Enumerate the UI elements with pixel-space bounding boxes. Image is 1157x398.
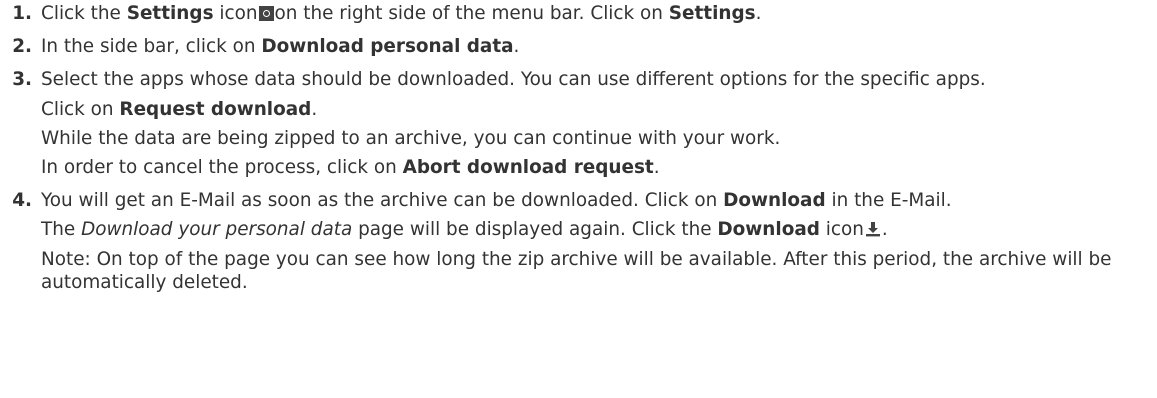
text: Click the [41,3,127,24]
text: on the right side of the menu bar. Click… [274,3,669,24]
text: . [311,98,318,120]
step-text: In the side bar, click on Download perso… [41,35,1157,58]
step-text: You will get an E-Mail as soon as the ar… [41,189,1157,212]
text: In order to cancel the process, click on [41,156,403,178]
step-text: Note: On top of the page you can see how… [41,248,1112,293]
instruction-steps: 1. Click the Settings icon on the right s… [0,0,1157,294]
text: Click on [41,98,120,120]
download-label: Download [723,190,826,212]
step-text: In order to cancel the process, click on… [41,156,1157,179]
abort-download-request-label: Abort download request [402,156,654,178]
step-text: Click the Settings icon on the right side… [41,2,1157,25]
text: in the E-Mail. [825,190,952,212]
settings-label: Settings [126,3,214,24]
text: . [881,219,888,241]
download-label: Download [717,219,820,241]
step-number: 2. [12,36,32,58]
text: . [653,156,660,178]
step-text: The Download your personal data page wil… [41,218,1157,241]
text: The [41,219,82,241]
settings-label: Settings [668,3,756,24]
step-number: 4. [12,190,32,212]
step-text: While the data are being zipped to an ar… [41,127,781,149]
step-text: Select the apps whose data should be dow… [41,69,986,91]
text: You will get an E-Mail as soon as the ar… [41,190,724,212]
text: icon [819,219,864,241]
step-number: 3. [12,69,32,91]
request-download-label: Request download [119,98,312,120]
step-2: 2. In the side bar, click on Download pe… [0,35,1157,58]
step-number: 1. [12,3,32,24]
page-name: Download your personal data [81,219,353,241]
text: icon [213,3,258,24]
download-personal-data-label: Download personal data [261,36,514,58]
download-icon [865,222,880,237]
step-1: 1. Click the Settings icon on the right s… [0,2,1157,25]
text: page will be displayed again. Click the [352,219,718,241]
step-4: 4. You will get an E-Mail as soon as the… [0,189,1157,294]
text: In the side bar, click on [41,36,262,58]
text: . [513,36,520,58]
step-text: Click on Request download. [41,98,1157,121]
step-3: 3. Select the apps whose data should be … [0,68,1157,179]
text: . [755,3,762,24]
gear-icon [258,6,274,21]
